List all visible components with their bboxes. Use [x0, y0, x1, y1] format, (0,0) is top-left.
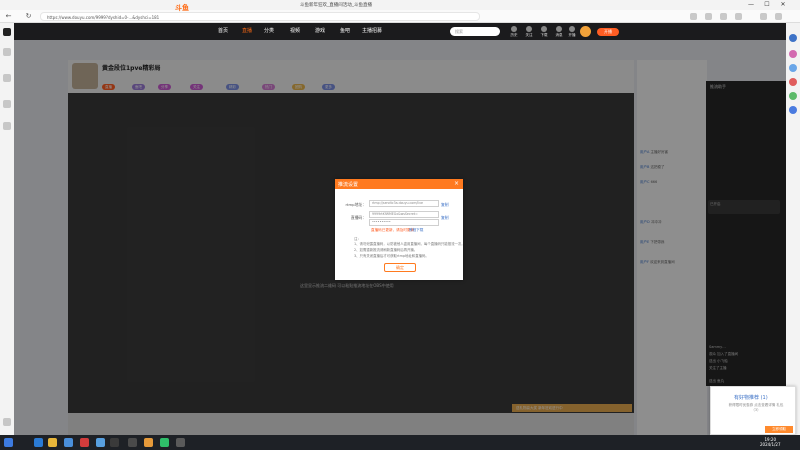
toast-title: 有好物推荐 (1): [734, 395, 768, 401]
nav-category[interactable]: 分类: [264, 28, 274, 35]
minimize-button[interactable]: —: [744, 1, 758, 9]
screen: 斗鱼新年狂欢_直播间活动_斗鱼直播 — ☐ ✕ ← ↻ https://www.…: [0, 0, 800, 450]
office-icon[interactable]: [789, 92, 797, 100]
sidebar-nav-icon[interactable]: [3, 100, 11, 108]
app-icon[interactable]: [176, 438, 185, 447]
nav-home[interactable]: 首页: [218, 28, 228, 35]
toast-action-button[interactable]: 立即领取: [765, 426, 793, 433]
url-bar[interactable]: https://www.douyu.com/9999?dyshid=0-...&…: [40, 12, 480, 21]
nav-video[interactable]: 视频: [290, 28, 300, 35]
app-icon[interactable]: [144, 438, 153, 447]
close-window-button[interactable]: ✕: [776, 1, 790, 9]
app-icon[interactable]: [80, 438, 89, 447]
downloads-icon[interactable]: [735, 13, 742, 20]
search-input[interactable]: 搜索: [450, 27, 500, 36]
app-icon[interactable]: [160, 438, 169, 447]
clock[interactable]: 19:20 2024/1/27: [760, 437, 781, 447]
shopping-icon[interactable]: [789, 50, 797, 58]
help-link[interactable]: 教程下载: [409, 228, 423, 233]
note-line: 2、如需重新推流请刷新直播码后再开播。: [354, 248, 418, 252]
history-icon[interactable]: 历史: [508, 26, 520, 39]
warning-text: 直播码已更新，请及时更换: [371, 228, 415, 232]
nav-games[interactable]: 游戏: [315, 28, 325, 35]
profile-icon[interactable]: [760, 13, 767, 20]
stream-key-field[interactable]: 9999rtKfWMEGx&wsSecret=: [369, 211, 439, 218]
collections-icon[interactable]: [720, 13, 727, 20]
note-line: 1、请勿泄露直播码，以防被他人盗用直播间，每个直播码只能推流一次。: [354, 242, 465, 246]
sidebar-nav-icon[interactable]: [3, 48, 11, 56]
settings-icon[interactable]: [3, 418, 11, 426]
message-icon[interactable]: 消息: [553, 26, 565, 39]
stream-key-masked[interactable]: ••••••••••: [369, 219, 439, 226]
note-line: 3、只有关闭直播后才可获取rtmp地址和直播码。: [354, 254, 429, 258]
app-icon[interactable]: [128, 438, 137, 447]
explorer-icon[interactable]: [48, 438, 57, 447]
follow-icon[interactable]: 关注: [523, 26, 535, 39]
start-live-button[interactable]: 开播: [597, 28, 619, 36]
search-icon[interactable]: [789, 34, 797, 42]
broadcast-icon[interactable]: 开播: [566, 26, 578, 39]
outlook-icon[interactable]: [789, 106, 797, 114]
stream-key-label: 直播码：: [350, 215, 366, 220]
refresh-icon[interactable]: ↻: [24, 12, 33, 21]
start-icon[interactable]: [4, 438, 13, 447]
sidebar-nav-icon[interactable]: [3, 122, 11, 130]
windows-taskbar: [0, 435, 800, 450]
edge-icon[interactable]: [34, 438, 43, 447]
games-icon[interactable]: [789, 78, 797, 86]
site-header: [14, 23, 786, 40]
app-icon[interactable]: [3, 28, 11, 36]
rtmp-label: rtmp地址：: [345, 202, 366, 207]
copy-key-button[interactable]: 复制: [441, 215, 449, 221]
browser-titlebar: [0, 0, 800, 10]
more-icon[interactable]: [775, 13, 782, 20]
window-title: 斗鱼新年狂欢_直播间活动_斗鱼直播: [300, 3, 372, 8]
app-icon[interactable]: [64, 438, 73, 447]
copy-rtmp-button[interactable]: 复制: [441, 202, 449, 208]
left-sidebar: [0, 23, 14, 435]
maximize-button[interactable]: ☐: [760, 1, 774, 9]
toast-body: 获得限时优惠券 点击查看详情 礼包（3）: [728, 403, 784, 412]
extension-icon[interactable]: [690, 13, 697, 20]
clock-date: 2024/1/27: [760, 442, 781, 447]
avatar[interactable]: [580, 26, 591, 37]
nav-fishbar[interactable]: 鱼吧: [340, 28, 350, 35]
confirm-button[interactable]: 确定: [384, 263, 416, 272]
rtmp-address-field[interactable]: rtmp://sendtc3a.douyu.com/live: [369, 200, 439, 207]
steam-icon[interactable]: [110, 438, 119, 447]
close-icon[interactable]: ×: [454, 180, 459, 188]
nav-recruit[interactable]: 主播招募: [362, 28, 382, 35]
dialog-title: 推流设置: [338, 182, 359, 188]
sidebar-nav-icon[interactable]: [3, 74, 11, 82]
download-icon[interactable]: 下载: [538, 26, 550, 39]
favorites-icon[interactable]: [705, 13, 712, 20]
site-logo[interactable]: 斗鱼: [175, 4, 189, 13]
back-icon[interactable]: ←: [4, 12, 13, 21]
app-icon[interactable]: [96, 438, 105, 447]
nav-live[interactable]: 直播: [242, 28, 252, 35]
tools-icon[interactable]: [789, 64, 797, 72]
